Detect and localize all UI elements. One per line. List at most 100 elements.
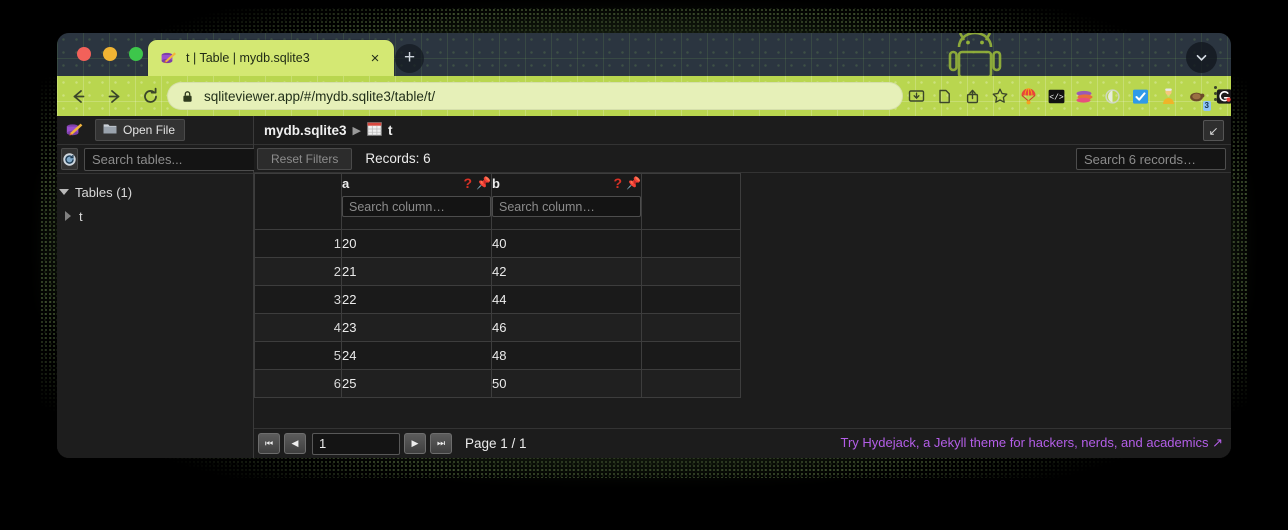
cell-filler xyxy=(641,257,741,286)
folder-icon xyxy=(103,122,117,138)
android-mascot-watermark xyxy=(948,33,1002,77)
page-copy-icon[interactable] xyxy=(931,83,957,109)
collapse-panel-button[interactable]: ↙ xyxy=(1203,120,1224,141)
sidebar-tree-group-tables[interactable]: Tables (1) xyxy=(57,180,253,204)
extension-checkmark-icon[interactable] xyxy=(1127,83,1153,109)
cell-filler xyxy=(641,341,741,370)
breadcrumb-separator: ▶ xyxy=(352,124,361,137)
cell-a[interactable]: 20 xyxy=(341,229,492,258)
extension-badge-count: 3 xyxy=(1202,101,1211,111)
table-row[interactable]: 1 20 40 xyxy=(254,229,741,258)
pin-column-icon[interactable]: 📌 xyxy=(476,177,491,189)
cell-filler xyxy=(641,313,741,342)
forward-arrow-icon[interactable] xyxy=(99,81,129,111)
column-type-help-icon[interactable]: ? xyxy=(613,176,622,190)
table-row[interactable]: 2 21 42 xyxy=(254,257,741,286)
column-search-input-a[interactable] xyxy=(342,196,491,217)
breadcrumb-database[interactable]: mydb.sqlite3 xyxy=(264,123,347,138)
open-file-button[interactable]: Open File xyxy=(95,119,186,141)
search-records-input[interactable] xyxy=(1076,148,1226,170)
column-header-b[interactable]: b ? 📌 xyxy=(491,173,642,230)
sidebar-search-row xyxy=(57,145,276,174)
extension-colorful-icon[interactable] xyxy=(1071,83,1097,109)
cell-filler xyxy=(641,285,741,314)
promo-link[interactable]: Try Hydejack, a Jekyll theme for hackers… xyxy=(840,435,1223,451)
refresh-database-icon[interactable] xyxy=(61,148,78,170)
tab-strip: t | Table | mydb.sqlite3 × + xyxy=(57,33,1231,77)
open-file-label: Open File xyxy=(123,123,176,137)
cell-a[interactable]: 25 xyxy=(341,369,492,398)
extension-code-icon[interactable]: </> xyxy=(1043,83,1069,109)
browser-window: t | Table | mydb.sqlite3 × + sqliteviewe… xyxy=(57,33,1231,458)
table-icon xyxy=(367,121,382,139)
row-number: 1 xyxy=(254,229,342,258)
search-tables-input[interactable] xyxy=(84,147,276,171)
browser-menu-icon[interactable] xyxy=(1205,86,1225,101)
cell-b[interactable]: 44 xyxy=(491,285,642,314)
cell-a[interactable]: 21 xyxy=(341,257,492,286)
table-row[interactable]: 4 23 46 xyxy=(254,313,741,342)
data-grid: a ? 📌 b xyxy=(254,173,1231,428)
cell-b[interactable]: 40 xyxy=(491,229,642,258)
extension-parachute-icon[interactable] xyxy=(1015,83,1041,109)
browser-toolbar: sqliteviewer.app/#/mydb.sqlite3/table/t/… xyxy=(57,76,1231,116)
install-app-icon[interactable] xyxy=(903,83,929,109)
chevron-down-icon[interactable] xyxy=(1186,42,1217,73)
breadcrumb: mydb.sqlite3 ▶ t xyxy=(264,121,393,139)
cell-filler xyxy=(641,369,741,398)
cell-filler xyxy=(641,229,741,258)
column-type-help-icon[interactable]: ? xyxy=(463,176,472,190)
sidebar-item-table-t[interactable]: t xyxy=(57,204,253,228)
browser-tab-active[interactable]: t | Table | mydb.sqlite3 × xyxy=(148,40,394,76)
page-number-input[interactable] xyxy=(312,432,400,455)
table-row[interactable]: 6 25 50 xyxy=(254,369,741,398)
close-window-button[interactable] xyxy=(77,47,91,61)
records-count-label: Records: 6 xyxy=(365,151,431,166)
cell-a[interactable]: 24 xyxy=(341,341,492,370)
next-page-button[interactable]: ▶ xyxy=(404,433,426,454)
row-number-header xyxy=(254,173,342,230)
column-header-a[interactable]: a ? 📌 xyxy=(341,173,492,230)
sqlite-logo-icon xyxy=(160,50,177,67)
last-page-button[interactable]: ⏭ xyxy=(430,433,452,454)
column-search-input-b[interactable] xyxy=(492,196,641,217)
reload-icon[interactable] xyxy=(135,81,165,111)
bookmark-star-icon[interactable] xyxy=(987,83,1013,109)
chevron-right-icon[interactable] xyxy=(57,211,79,221)
maximize-window-button[interactable] xyxy=(129,47,143,61)
cell-b[interactable]: 46 xyxy=(491,313,642,342)
cell-a[interactable]: 23 xyxy=(341,313,492,342)
back-arrow-icon[interactable] xyxy=(63,81,93,111)
table-body: 1 20 40 2 21 42 3 22 44 4 23 46 5 24 48 … xyxy=(254,229,741,398)
window-traffic-lights xyxy=(77,47,143,61)
toolbar-icons: </> 3 xyxy=(903,76,1231,116)
pin-column-icon[interactable]: 📌 xyxy=(626,177,641,189)
table-row[interactable]: 3 22 44 xyxy=(254,285,741,314)
table-row[interactable]: 5 24 48 xyxy=(254,341,741,370)
minimize-window-button[interactable] xyxy=(103,47,117,61)
row-number: 3 xyxy=(254,285,342,314)
breadcrumb-table[interactable]: t xyxy=(388,123,393,138)
cell-b[interactable]: 42 xyxy=(491,257,642,286)
previous-page-button[interactable]: ◀ xyxy=(284,433,306,454)
reset-filters-button[interactable]: Reset Filters xyxy=(257,147,353,170)
cell-b[interactable]: 48 xyxy=(491,341,642,370)
main-pane: mydb.sqlite3 ▶ t ↙ Reset Filters Records… xyxy=(254,116,1231,458)
filter-bar: Reset Filters Records: 6 xyxy=(254,145,1231,173)
extension-person-icon[interactable] xyxy=(1155,83,1181,109)
first-page-button[interactable]: ⏮ xyxy=(258,433,280,454)
pagination-bar: ⏮ ◀ ▶ ⏭ Page 1 / 1 Try Hydejack, a Jekyl… xyxy=(254,428,1231,458)
address-bar[interactable]: sqliteviewer.app/#/mydb.sqlite3/table/t/ xyxy=(167,82,903,110)
row-number: 4 xyxy=(254,313,342,342)
new-tab-button[interactable]: + xyxy=(395,44,424,73)
close-icon[interactable]: × xyxy=(366,49,384,67)
page-indicator-label: Page 1 / 1 xyxy=(465,436,527,451)
cell-a[interactable]: 22 xyxy=(341,285,492,314)
extension-ghost-icon[interactable] xyxy=(1099,83,1125,109)
chevron-down-icon[interactable] xyxy=(57,189,75,195)
share-icon[interactable] xyxy=(959,83,985,109)
sidebar-tree-group-label: Tables (1) xyxy=(75,184,133,200)
svg-text:</>: </> xyxy=(1049,93,1064,102)
cell-b[interactable]: 50 xyxy=(491,369,642,398)
records-table: a ? 📌 b xyxy=(254,173,741,398)
